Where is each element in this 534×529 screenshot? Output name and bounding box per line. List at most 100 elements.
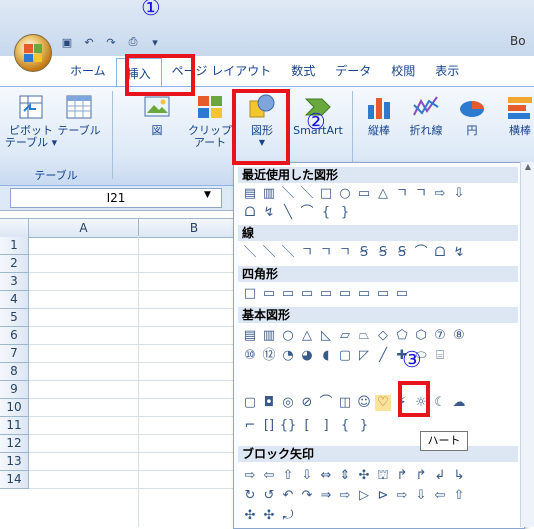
- grid-row[interactable]: [29, 453, 249, 471]
- shape-option[interactable]: ↷: [299, 488, 315, 504]
- row-header[interactable]: 10: [0, 399, 29, 417]
- shape-option[interactable]: ↺: [261, 488, 277, 504]
- shape-option[interactable]: ⇩: [451, 186, 467, 202]
- picture-button[interactable]: 図: [142, 93, 172, 137]
- shape-option[interactable]: ⬠: [394, 328, 410, 344]
- shape-option[interactable]: ↶: [280, 488, 296, 504]
- shape-option[interactable]: ＼: [280, 245, 296, 261]
- shape-option[interactable]: ↱: [394, 468, 410, 484]
- shape-option[interactable]: ○: [337, 186, 353, 202]
- shape-option[interactable]: ＼: [299, 186, 315, 202]
- shape-option[interactable]: ▤: [242, 328, 258, 344]
- grid-row[interactable]: [29, 273, 249, 291]
- shape-option[interactable]: □: [242, 286, 258, 302]
- shape-option[interactable]: ㄱ: [394, 186, 410, 202]
- shape-option[interactable]: ⇦: [261, 468, 277, 484]
- grid-row[interactable]: [29, 471, 249, 489]
- shape-option[interactable]: ⏢: [356, 328, 372, 344]
- tab-review[interactable]: 校閲: [381, 56, 425, 84]
- shape-option[interactable]: ⇩: [413, 488, 429, 504]
- shape-option[interactable]: ◘: [261, 395, 277, 411]
- shape-option[interactable]: ◺: [318, 328, 334, 344]
- shape-option[interactable]: ▭: [356, 186, 372, 202]
- shape-option[interactable]: ☺: [356, 395, 372, 411]
- shape-option[interactable]: ㄱ: [299, 245, 315, 261]
- shape-option[interactable]: ]: [318, 418, 334, 434]
- shape-option[interactable]: ⊘: [299, 395, 315, 411]
- shape-option[interactable]: ◕: [299, 348, 315, 364]
- shape-option[interactable]: ⬡: [413, 328, 429, 344]
- column-chart-button[interactable]: 縦棒: [362, 93, 396, 137]
- shape-option[interactable]: ⌒: [299, 205, 315, 221]
- shape-option[interactable]: ⇨: [432, 186, 448, 202]
- shape-option[interactable]: ⇩: [299, 468, 315, 484]
- shape-option[interactable]: ⛫: [375, 468, 391, 484]
- shape-option[interactable]: ＼: [242, 245, 258, 261]
- grid-row[interactable]: [29, 363, 249, 381]
- shape-option[interactable]: ⇧: [280, 468, 296, 484]
- shape-option[interactable]: ◇: [375, 328, 391, 344]
- grid-row[interactable]: [29, 237, 249, 255]
- shape-option[interactable]: ▭: [394, 286, 410, 302]
- shape-option[interactable]: ▭: [280, 286, 296, 302]
- undo-icon[interactable]: ↶: [80, 34, 98, 50]
- table-button[interactable]: テーブル: [54, 93, 104, 137]
- shape-option[interactable]: ╱: [375, 348, 391, 364]
- shape-option[interactable]: ＼: [261, 245, 277, 261]
- shape-option[interactable]: ⌒: [318, 395, 334, 411]
- tab-home[interactable]: ホーム: [60, 56, 116, 84]
- row-header[interactable]: 12: [0, 435, 29, 453]
- shape-option[interactable]: ⇦: [432, 488, 448, 504]
- shape-option[interactable]: ╲: [280, 205, 296, 221]
- pivot-table-button[interactable]: ピボット テーブル ▾: [5, 93, 57, 149]
- column-header-a[interactable]: A: [29, 218, 139, 238]
- heart-shape-option[interactable]: ♡: [375, 395, 391, 411]
- shape-option[interactable]: ⑦: [432, 328, 448, 344]
- row-header[interactable]: 5: [0, 309, 29, 327]
- grid-row[interactable]: [29, 345, 249, 363]
- shape-option[interactable]: ◸: [356, 348, 372, 364]
- bar-chart-button[interactable]: 横棒: [500, 93, 534, 137]
- shape-option[interactable]: ⇧: [451, 488, 467, 504]
- shape-option[interactable]: {: [318, 205, 334, 221]
- scroll-up-icon[interactable]: ▲: [521, 162, 534, 171]
- shape-option[interactable]: ㄱ: [413, 186, 429, 202]
- select-all-corner[interactable]: [0, 218, 29, 238]
- row-header[interactable]: 7: [0, 345, 29, 363]
- shape-option[interactable]: Ꞩ: [356, 245, 372, 261]
- shape-option[interactable]: ↳: [451, 468, 467, 484]
- shape-option[interactable]: ✣: [242, 508, 258, 524]
- shape-option[interactable]: ▷: [356, 488, 372, 504]
- shape-option[interactable]: ▥: [261, 186, 277, 202]
- shape-option[interactable]: ⇨: [242, 468, 258, 484]
- shape-option[interactable]: ↲: [432, 468, 448, 484]
- row-header[interactable]: 9: [0, 381, 29, 399]
- line-chart-button[interactable]: 折れ線: [406, 93, 446, 137]
- name-box[interactable]: I21: [10, 188, 222, 208]
- shape-option[interactable]: }: [337, 205, 353, 221]
- shape-option[interactable]: △: [299, 328, 315, 344]
- shape-option[interactable]: ↱: [413, 468, 429, 484]
- shape-option[interactable]: ✣: [356, 468, 372, 484]
- shape-option[interactable]: ⤾: [280, 508, 296, 524]
- shape-option[interactable]: ㄱ: [337, 245, 353, 261]
- tab-data[interactable]: データ: [325, 56, 381, 84]
- shape-option[interactable]: ▭: [337, 286, 353, 302]
- grid-row[interactable]: [29, 435, 249, 453]
- tab-formulas[interactable]: 数式: [281, 56, 325, 84]
- shape-option[interactable]: ⌸: [432, 348, 448, 364]
- grid-row[interactable]: [29, 291, 249, 309]
- shape-option[interactable]: ⑧: [451, 328, 467, 344]
- shape-option[interactable]: ✣: [261, 508, 277, 524]
- shape-option[interactable]: Ꞩ: [375, 245, 391, 261]
- shape-option[interactable]: [: [299, 418, 315, 434]
- shape-option[interactable]: {: [337, 418, 353, 434]
- shape-option[interactable]: ▤: [242, 186, 258, 202]
- shape-option[interactable]: Ꞩ: [394, 245, 410, 261]
- shape-option[interactable]: ▢: [337, 348, 353, 364]
- shape-option[interactable]: ▭: [261, 286, 277, 302]
- shape-option[interactable]: ↻: [242, 488, 258, 504]
- shape-option[interactable]: ▭: [375, 286, 391, 302]
- grid-row[interactable]: [29, 327, 249, 345]
- grid-row[interactable]: [29, 417, 249, 435]
